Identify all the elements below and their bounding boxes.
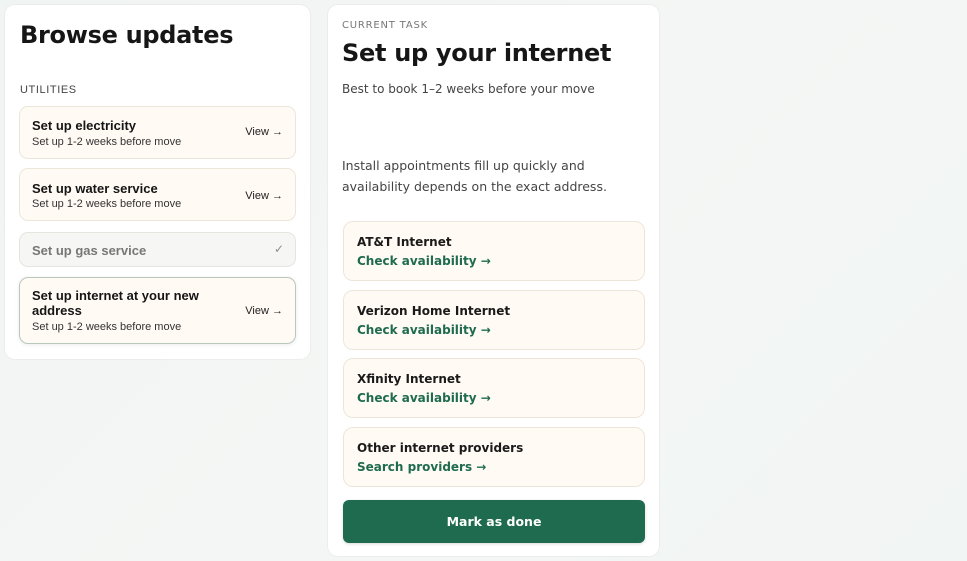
browse-updates-panel: Browse updates UTILITIES Set up electric… (5, 5, 310, 359)
task-title-line2: address (32, 303, 82, 318)
task-card-gas[interactable]: Set up gas service ✓ (19, 232, 296, 267)
task-subtitle: Set up 1-2 weeks before move (32, 136, 182, 148)
check-availability-link[interactable]: Check availability → (357, 254, 491, 268)
page-title: Browse updates (20, 21, 234, 49)
provider-card-verizon[interactable]: Verizon Home Internet Check availability… (343, 290, 645, 350)
view-link[interactable]: View → (245, 126, 283, 138)
task-title-line1: Set up internet at your new (32, 288, 199, 303)
search-providers-link[interactable]: Search providers → (357, 460, 486, 474)
check-availability-link[interactable]: Check availability → (357, 323, 491, 337)
task-title: Set up water service (32, 181, 158, 196)
task-card-water[interactable]: Set up water service Set up 1-2 weeks be… (19, 168, 296, 221)
task-card-internet[interactable]: Set up internet at your new address Set … (19, 277, 296, 344)
provider-name: Verizon Home Internet (357, 304, 511, 318)
provider-card-other[interactable]: Other internet providers Search provider… (343, 427, 645, 487)
provider-name: AT&T Internet (357, 235, 452, 249)
view-link[interactable]: View → (245, 305, 283, 317)
task-card-electricity[interactable]: Set up electricity Set up 1-2 weeks befo… (19, 106, 296, 159)
provider-card-xfinity[interactable]: Xfinity Internet Check availability → (343, 358, 645, 418)
section-label-utilities: UTILITIES (20, 84, 77, 96)
task-subtitle: Set up 1-2 weeks before move (32, 198, 182, 210)
provider-name: Other internet providers (357, 441, 524, 455)
checkmark-icon: ✓ (273, 242, 284, 256)
task-subtitle: Set up 1-2 weeks before move (32, 321, 182, 333)
provider-card-att[interactable]: AT&T Internet Check availability → (343, 221, 645, 281)
current-task-subtitle: Best to book 1–2 weeks before your move (342, 82, 595, 96)
provider-name: Xfinity Internet (357, 372, 461, 386)
task-title: Set up gas service (32, 243, 147, 258)
current-task-title: Set up your internet (342, 39, 612, 67)
current-task-eyebrow: CURRENT TASK (342, 20, 428, 31)
current-task-panel: CURRENT TASK Set up your internet Best t… (328, 5, 659, 556)
task-title: Set up electricity (32, 118, 137, 133)
view-link[interactable]: View → (245, 190, 283, 202)
check-availability-link[interactable]: Check availability → (357, 391, 491, 405)
mark-as-done-button[interactable]: Mark as done (343, 500, 645, 543)
current-task-description: Install appointments fill up quickly and… (342, 158, 607, 194)
